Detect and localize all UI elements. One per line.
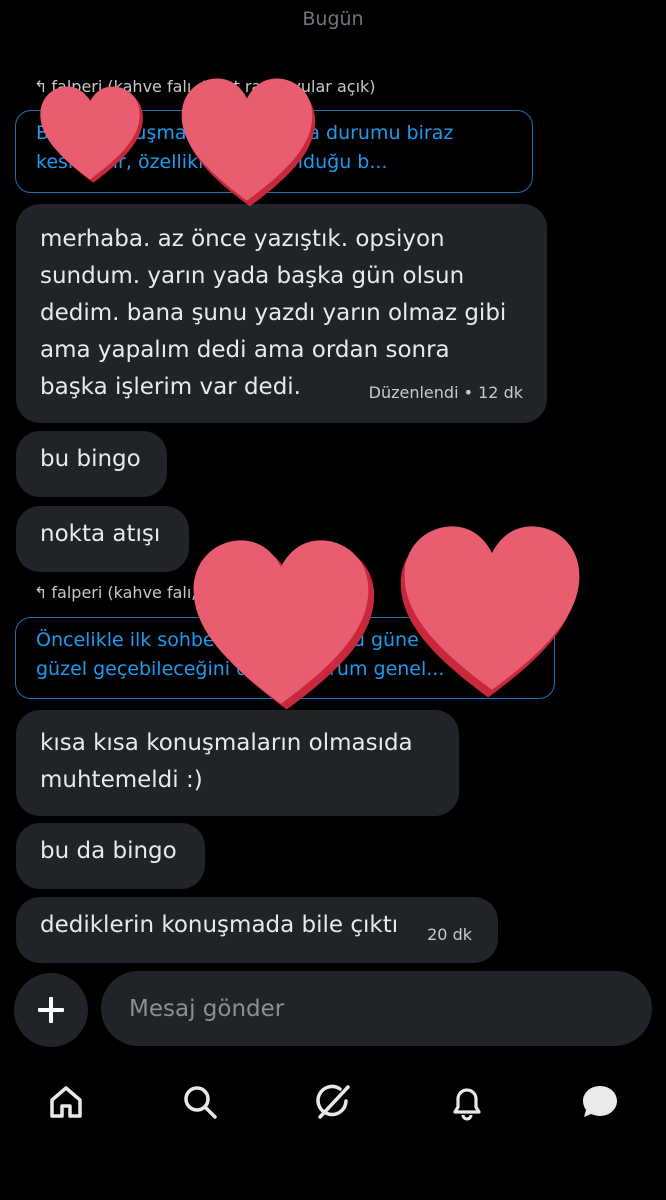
search-icon xyxy=(184,1086,217,1119)
reply-arrow-icon: ↰ xyxy=(34,583,48,602)
nav-home[interactable] xyxy=(42,1078,90,1126)
nav-messages[interactable] xyxy=(576,1078,624,1126)
message-text: bu da bingo xyxy=(40,838,177,864)
home-icon xyxy=(50,1086,82,1118)
message-bubble[interactable]: kısa kısa konuşmaların olmasıda muhtemel… xyxy=(16,710,459,816)
date-divider: Bugün xyxy=(302,8,364,30)
plus-icon xyxy=(38,997,64,1023)
bottom-nav xyxy=(0,1060,666,1146)
quoted-line: Öncelikle ilk sohbetiniz oldukça bu güne xyxy=(36,629,419,651)
nav-grok[interactable] xyxy=(309,1078,357,1126)
message-text: nokta atışı xyxy=(40,521,161,547)
message-meta: Düzenlendi • 12 dk xyxy=(368,383,523,402)
dm-conversation-screen: Bugün ↰ falperi (kahve falı, tarot rande… xyxy=(0,0,666,1200)
grok-icon xyxy=(316,1084,350,1119)
reply-arrow-icon: ↰ xyxy=(34,77,48,96)
quoted-message[interactable]: Bazen konuşmalarınızın akma durumu biraz… xyxy=(15,110,533,193)
message-text: bu bingo xyxy=(40,446,141,472)
reply-header-text: falperi (kahve falı, tarot randevular aç… xyxy=(51,77,376,96)
notifications-icon xyxy=(453,1088,481,1121)
message-bubble[interactable]: bu bingo xyxy=(16,431,167,497)
reply-header: ↰ falperi (kahve falı, tarot randevular … xyxy=(34,77,376,96)
nav-search[interactable] xyxy=(176,1078,224,1126)
message-composer xyxy=(0,970,666,1050)
message-bubble[interactable]: nokta atışı xyxy=(16,506,189,572)
message-text: dediklerin konuşmada bile çıktı xyxy=(40,912,399,938)
messages-icon xyxy=(583,1086,617,1117)
message-bubble[interactable]: dediklerin konuşmada bile çıktı 20 dk xyxy=(16,897,498,963)
message-input[interactable] xyxy=(101,971,652,1046)
quoted-line: kesilebilir, özellikle yoğun olduğu b... xyxy=(36,151,388,173)
quoted-message[interactable]: Öncelikle ilk sohbetiniz oldukça bu güne… xyxy=(15,617,555,699)
reply-header-text: falperi (kahve falı, tarot randevular aç… xyxy=(51,583,376,602)
message-text: kısa kısa konuşmaların olmasıda muhtemel… xyxy=(40,730,413,793)
message-meta: 20 dk xyxy=(427,925,472,944)
message-bubble[interactable]: merhaba. az önce yazıştık. opsiyon sundu… xyxy=(16,204,547,423)
reply-header: ↰ falperi (kahve falı, tarot randevular … xyxy=(34,583,376,602)
quoted-line: Bazen konuşmalarınızın akma durumu biraz xyxy=(36,122,454,144)
nav-notifications[interactable] xyxy=(443,1078,491,1126)
message-bubble[interactable]: bu da bingo xyxy=(16,823,205,889)
quoted-line: güzel geçebileceğini düşünüyorum genel..… xyxy=(36,658,445,680)
add-attachment-button[interactable] xyxy=(14,973,88,1047)
